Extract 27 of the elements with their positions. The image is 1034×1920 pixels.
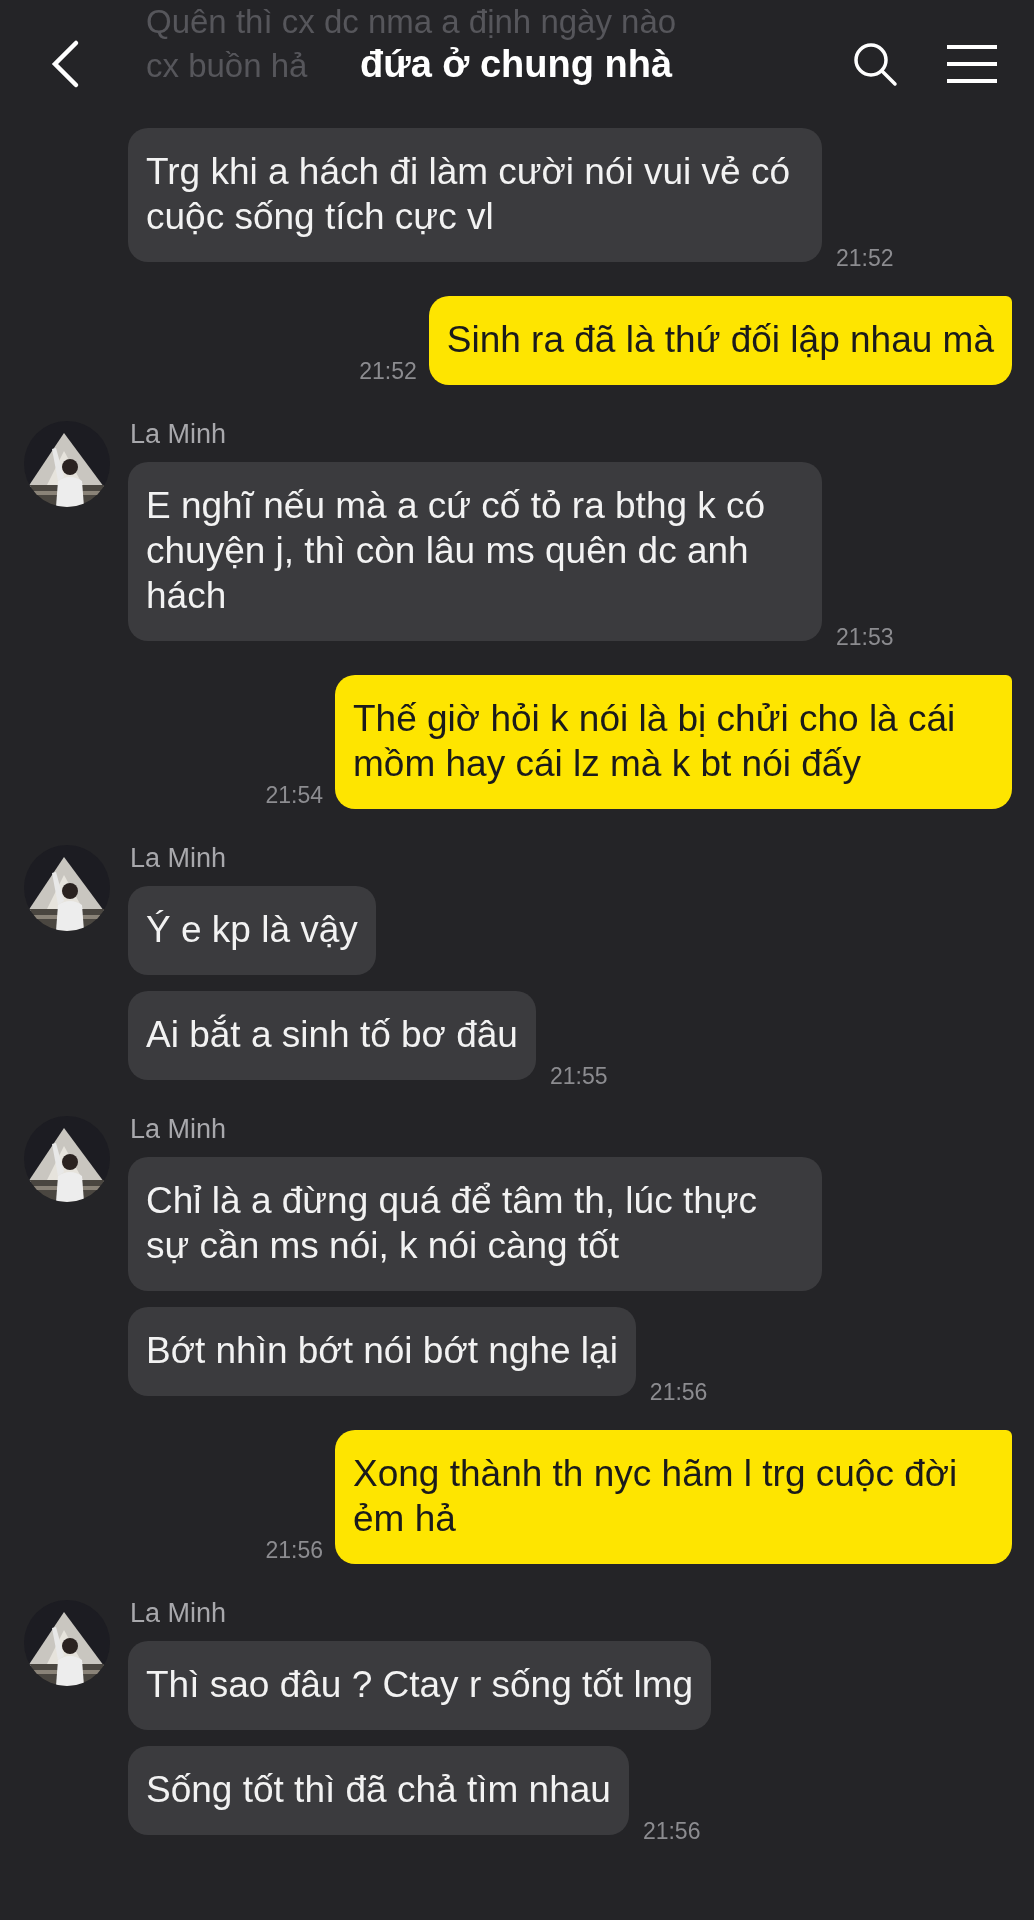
- message-time: 21:55: [549, 1063, 608, 1090]
- search-icon[interactable]: [852, 41, 898, 87]
- message-bubble: E nghĩ nếu mà a cứ cố tỏ ra bthg k có chuyện j, thì còn lâu ms quên dc anh hách: [128, 462, 822, 641]
- message-bubble: Trg khi a hách đi làm cười nói vui vẻ có cuộc sống tích cực vl: [128, 128, 822, 262]
- message-bubble: Ai bắt a sinh tố bơ đâu: [128, 991, 536, 1080]
- message-time: 21:52: [836, 245, 894, 272]
- message-bubble: Thì sao đâu ? Ctay r sống tốt lmg: [128, 1641, 712, 1730]
- back-icon[interactable]: [50, 39, 80, 89]
- sender-name: La Minh: [130, 419, 228, 450]
- message-bubble: Sinh ra đã là thứ đối lập nhau mà: [428, 296, 1012, 385]
- message-time: 21:56: [265, 1537, 323, 1564]
- sender-name: La Minh: [130, 1598, 228, 1629]
- message-time: 21:56: [642, 1818, 701, 1845]
- message-time: 21:53: [836, 624, 894, 651]
- message-time: 21:56: [649, 1379, 708, 1406]
- message-bubble: Ý e kp là vậy: [128, 886, 376, 975]
- message-bubble: Bớt nhìn bớt nói bớt nghe lại: [128, 1307, 636, 1396]
- message-bubble: Xong thành th nyc hãm l trg cuộc đời ẻm hả: [335, 1430, 1012, 1564]
- message-time: 21:54: [265, 782, 323, 809]
- message-bubble: Thế giờ hỏi k nói là bị chửi cho là cái mồm hay cái lz mà k bt nói đấy: [335, 675, 1012, 809]
- sender-name: La Minh: [130, 843, 228, 874]
- message-bubble: Chỉ là a đừng quá để tâm th, lúc thực sự cần ms nói, k nói càng tốt: [128, 1157, 822, 1291]
- message-time: 21:52: [359, 358, 417, 385]
- message-bubble: Sống tốt thì đã chả tìm nhau: [128, 1746, 629, 1835]
- sender-name: La Minh: [130, 1114, 228, 1145]
- chat-title: đứa ở chung nhà: [359, 42, 673, 86]
- menu-icon[interactable]: [946, 44, 998, 84]
